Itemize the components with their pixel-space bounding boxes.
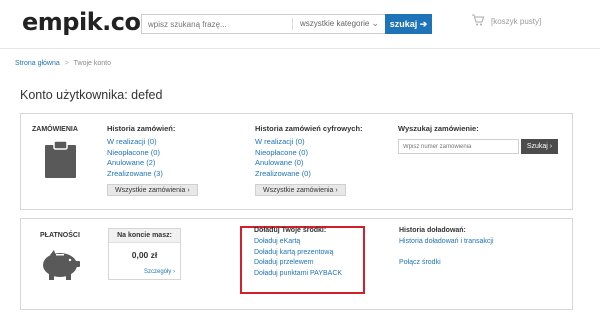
topup-history-title: Historia doładowań:: [399, 227, 466, 234]
order-history-unpaid[interactable]: Nieopłacone (0): [107, 148, 198, 159]
breadcrumb-home[interactable]: Strona główna: [15, 60, 60, 67]
order-search-form: Szukaj ›: [398, 139, 558, 154]
digital-order-history-column: Historia zamówień cyfrowych: W realizacj…: [255, 124, 363, 197]
digital-order-history-title: Historia zamówień cyfrowych:: [255, 124, 363, 133]
order-history-cancelled[interactable]: Anulowane (2): [107, 158, 198, 169]
balance-value: 0,00 zł: [131, 250, 158, 260]
all-orders-button[interactable]: Wszystkie zamówienia ›: [107, 184, 198, 196]
balance-title: Na koncie masz:: [109, 229, 180, 243]
site-header: empik.com wszystkie kategorie ⌄ szukaj ➔…: [0, 0, 600, 48]
all-digital-orders-button[interactable]: Wszystkie zamówienia ›: [255, 184, 346, 196]
balance-details-link[interactable]: Szczegóły ›: [144, 269, 175, 275]
header-divider: [0, 48, 600, 49]
topup-history-spacer: [399, 248, 494, 258]
orders-panel: ZAMÓWIENIA Historia zamówień: W realizac…: [20, 113, 573, 210]
breadcrumb: Strona główna > Twoje konto: [15, 60, 111, 67]
digital-order-in-progress[interactable]: W realizacji (0): [255, 137, 363, 148]
cart-status[interactable]: [koszyk pusty]: [491, 17, 541, 26]
topup-payback-link[interactable]: Doładuj punktami PAYBACK: [254, 269, 342, 280]
clipboard-icon: [45, 141, 76, 178]
order-history-column: Historia zamówień: W realizacji (0) Nieo…: [107, 124, 198, 197]
topup-column: Doładuj Twoje środki: Doładuj eKartą Doł…: [254, 227, 342, 279]
breadcrumb-current: Twoje konto: [73, 60, 111, 67]
topup-history-link[interactable]: Historia doładowań i transakcji: [399, 237, 494, 248]
digital-order-cancelled[interactable]: Anulowane (0): [255, 158, 363, 169]
order-search-column: Wyszukaj zamówienie:: [398, 124, 479, 137]
cart-icon[interactable]: [471, 13, 485, 27]
page-title: Konto użytkownika: defed: [20, 88, 163, 102]
order-search-title: Wyszukaj zamówienie:: [398, 124, 479, 133]
digital-order-unpaid[interactable]: Nieopłacone (0): [255, 148, 363, 159]
search-bar: wszystkie kategorie ⌄: [141, 14, 386, 34]
merge-funds-link[interactable]: Połącz środki: [399, 258, 494, 269]
topup-transfer-link[interactable]: Doładuj przelewem: [254, 258, 342, 269]
order-history-in-progress[interactable]: W realizacji (0): [107, 137, 198, 148]
topup-ecard-link[interactable]: Doładuj eKartą: [254, 237, 342, 248]
chevron-down-icon[interactable]: ⌄: [371, 18, 379, 29]
search-input[interactable]: [142, 15, 292, 33]
piggy-bank-icon: [43, 250, 80, 280]
order-search-button[interactable]: Szukaj ›: [521, 139, 558, 154]
order-number-input[interactable]: [398, 139, 519, 154]
order-history-title: Historia zamówień:: [107, 124, 176, 133]
account-balance-box: Na koncie masz: 0,00 zł Szczegóły ›: [108, 228, 181, 280]
payments-section-label: PŁATNOŚCI: [40, 232, 80, 239]
topup-history-column: Historia doładowań: Historia doładowań i…: [399, 227, 494, 268]
order-history-completed[interactable]: Zrealizowane (3): [107, 169, 198, 180]
search-button[interactable]: szukaj ➔: [385, 14, 432, 34]
topup-gift-card-link[interactable]: Doładuj kartą prezentową: [254, 248, 342, 259]
category-select[interactable]: wszystkie kategorie: [300, 19, 369, 28]
breadcrumb-separator: >: [64, 60, 69, 67]
orders-section-label: ZAMÓWIENIA: [32, 126, 78, 133]
topup-title: Doładuj Twoje środki:: [254, 227, 327, 234]
search-divider: [292, 18, 293, 30]
digital-order-completed[interactable]: Zrealizowane (0): [255, 169, 363, 180]
